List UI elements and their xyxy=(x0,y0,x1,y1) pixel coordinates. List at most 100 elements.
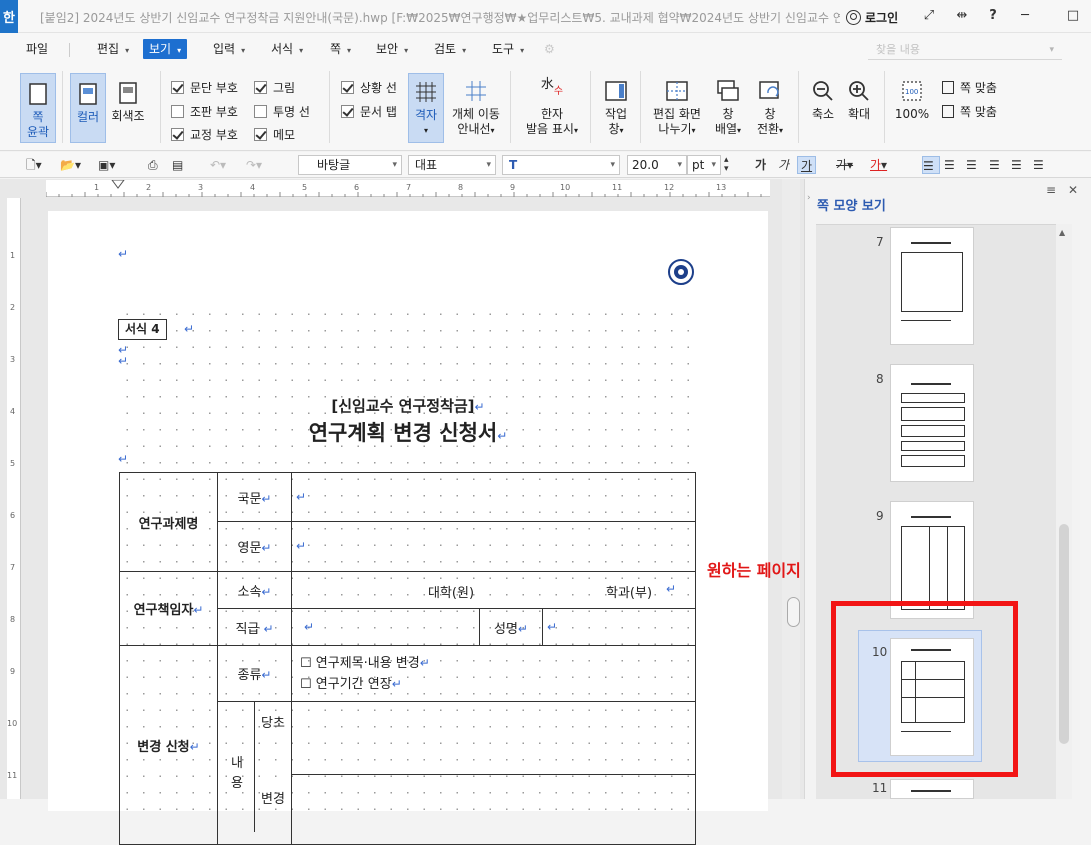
font-language-select[interactable]: 대표 xyxy=(408,155,496,175)
align-center-icon[interactable]: ☰ xyxy=(966,156,977,174)
menu-view[interactable]: 보기 ▾ xyxy=(143,39,188,59)
thumbnail-page-8[interactable] xyxy=(890,364,974,482)
color-view-button[interactable]: 컬러 xyxy=(70,73,106,143)
menu-insert[interactable]: 입력 ▾ xyxy=(213,39,245,59)
option-title-content-change[interactable]: ☐ 연구제목·내용 변경↵ xyxy=(300,653,695,674)
print-icon[interactable]: ⎙ xyxy=(148,156,158,174)
fullscreen-icon[interactable]: ⤢ xyxy=(920,7,938,25)
svg-text:10: 10 xyxy=(7,719,17,728)
login-button[interactable]: 로그인 xyxy=(846,7,898,27)
collapse-arrow-icon[interactable]: › xyxy=(807,193,811,203)
check-proof-mark[interactable]: 교정 부호 xyxy=(171,126,238,142)
menu-review[interactable]: 검토 ▾ xyxy=(434,39,466,59)
menu-page[interactable]: 쪽 ▾ xyxy=(330,39,351,59)
check-picture[interactable]: 그림 xyxy=(254,79,295,95)
document-title: 연구계획 변경 신청서↵ xyxy=(308,421,508,445)
font-color-button[interactable]: 가▾ xyxy=(870,156,887,174)
strikethrough-button[interactable]: 가▾ xyxy=(836,156,853,174)
bold-button[interactable]: 가 xyxy=(755,156,766,174)
extension-icon[interactable]: ⚙ xyxy=(544,42,560,56)
field-position[interactable]: ↵ xyxy=(291,608,480,646)
check-memo[interactable]: 메모 xyxy=(254,126,295,142)
option-period-extension[interactable]: ☐ 연구기간 연장↵ xyxy=(300,674,695,695)
window-switch-button[interactable]: 창 전환▾ xyxy=(750,73,790,143)
object-move-guide-button[interactable]: 개체 이동 안내선▾ xyxy=(448,73,504,143)
grayscale-button[interactable]: 회색조 xyxy=(108,73,148,143)
align-left-icon[interactable]: ☰ xyxy=(944,156,955,174)
maximize-icon[interactable]: □ xyxy=(1064,7,1082,25)
search-input[interactable]: 찾을 내용 xyxy=(868,40,1062,60)
menu-edit[interactable]: 편집 ▾ xyxy=(97,39,129,59)
thumbnail-page-11[interactable] xyxy=(890,779,974,799)
scroll-thumb[interactable] xyxy=(1059,524,1069,744)
field-original-content[interactable] xyxy=(291,701,696,775)
checkbox-icon xyxy=(254,80,267,94)
grid-button[interactable]: 격자 ▾ xyxy=(408,73,444,143)
document-subtitle: [신임교수 연구정착금]↵ xyxy=(331,397,485,415)
panel-close-icon[interactable]: ✕ xyxy=(1068,183,1078,197)
ribbon-divider xyxy=(640,71,641,143)
menu-security[interactable]: 보안 ▾ xyxy=(376,39,408,59)
size-spinner-icon[interactable]: ▴ ▾ xyxy=(724,156,729,174)
thumbnail-scrollbar[interactable]: ▲ xyxy=(1056,224,1072,799)
zoom-out-button[interactable]: 축소 xyxy=(806,73,840,143)
align-justify-icon[interactable]: ☰ xyxy=(922,156,940,174)
vertical-ruler[interactable]: 1 2 3 4 5 6 7 8 9 10 11 xyxy=(7,198,21,799)
minimize-icon[interactable]: ─ xyxy=(1016,7,1034,25)
open-folder-icon[interactable]: 📂▾ xyxy=(60,156,81,174)
fit-page-button-2[interactable]: 쪽 맞춤 xyxy=(942,103,997,119)
fit-page-button-1[interactable]: 쪽 맞춤 xyxy=(942,79,997,95)
ribbon-toggle-icon[interactable]: ⇹ xyxy=(953,7,971,25)
menu-tools[interactable]: 도구 ▾ xyxy=(492,39,524,59)
field-title-korean[interactable]: ↵ xyxy=(291,472,696,522)
field-change-type[interactable]: ☐ 연구제목·내용 변경↵ ☐ 연구기간 연장↵ xyxy=(291,645,696,702)
split-screen-button[interactable]: 편집 화면 나누기▾ xyxy=(648,73,706,143)
application-form-table[interactable]: 연구과제명 국문↵ ↵ 영문↵ ↵ 연구책임자↵ 소속↵ 대학(원) 학과(부)… xyxy=(119,472,696,845)
font-size-input[interactable]: 20.0 xyxy=(627,155,687,175)
new-document-icon[interactable]: 🗋▾ xyxy=(26,156,42,174)
hanja-pronunciation-button[interactable]: 水수 한자 발음 표시▾ xyxy=(522,73,582,143)
ribbon-divider xyxy=(884,71,885,143)
document-scrollbar[interactable] xyxy=(782,179,800,799)
undo-icon[interactable]: ↶▾ xyxy=(210,156,226,174)
page-number: 8 xyxy=(876,372,884,386)
panel-splitter-handle[interactable] xyxy=(787,597,800,627)
zoom-in-button[interactable]: 확대 xyxy=(842,73,876,143)
align-distribute-icon[interactable]: ☰ xyxy=(1011,156,1022,174)
save-icon[interactable]: ▣▾ xyxy=(98,156,115,174)
menu-divider xyxy=(69,43,70,57)
preview-icon[interactable]: ▤ xyxy=(172,156,183,174)
check-paragraph-mark[interactable]: 문단 부호 xyxy=(171,79,238,95)
page-outline-button[interactable]: 쪽 윤곽 xyxy=(20,73,56,143)
italic-button[interactable]: 가 xyxy=(778,156,789,174)
horizontal-ruler[interactable]: 1 2 3 4 5 6 7 8 9 10 11 12 13 xyxy=(46,180,770,197)
help-icon[interactable]: ? xyxy=(984,7,1002,25)
redo-icon[interactable]: ↷▾ xyxy=(246,156,262,174)
menu-format[interactable]: 서식 ▾ xyxy=(271,39,303,59)
zoom-100-button[interactable]: 100 100% xyxy=(892,73,932,143)
label-content: 내용 xyxy=(231,756,243,791)
check-transparent-line[interactable]: 투명 선 xyxy=(254,103,310,119)
document-area[interactable]: 1 2 3 4 5 6 7 8 9 10 11 12 13 1 2 3 4 5 6 7 8 9 10 11 ↵ 서식 4 ↵… xyxy=(0,179,836,845)
check-status-line[interactable]: 상황 선 xyxy=(341,79,397,95)
underline-button[interactable]: 가 xyxy=(797,156,817,174)
field-changed-content[interactable] xyxy=(291,774,696,845)
check-doc-tab[interactable]: 문서 탭 xyxy=(341,103,397,119)
grid-icon xyxy=(416,82,436,102)
window-arrange-button[interactable]: 창 배열▾ xyxy=(710,73,746,143)
align-right-icon[interactable]: ☰ xyxy=(989,156,1000,174)
field-name[interactable]: ↵ xyxy=(542,608,696,646)
field-title-english[interactable]: ↵ xyxy=(291,521,696,572)
font-select[interactable]: T xyxy=(502,155,620,175)
page-outline-icon xyxy=(29,83,47,105)
style-select[interactable]: 바탕글 xyxy=(298,155,402,175)
menu-file[interactable]: 파일 xyxy=(26,39,48,59)
panel-menu-icon[interactable]: ≡ xyxy=(1046,183,1056,197)
thumbnail-page-7[interactable] xyxy=(890,227,974,345)
check-layout-mark[interactable]: 조판 부호 xyxy=(171,103,238,119)
align-split-icon[interactable]: ☰ xyxy=(1033,156,1044,174)
field-affiliation[interactable]: 대학(원) 학과(부) ↵ xyxy=(291,571,696,609)
unit-select[interactable]: pt xyxy=(687,155,721,175)
document-page[interactable]: ↵ 서식 4 ↵ ↵ ↵ [신임교수 연구정착금]↵ 연구계획 변경 신청서↵ … xyxy=(48,211,768,845)
work-window-button[interactable]: 작업 창▾ xyxy=(598,73,634,143)
